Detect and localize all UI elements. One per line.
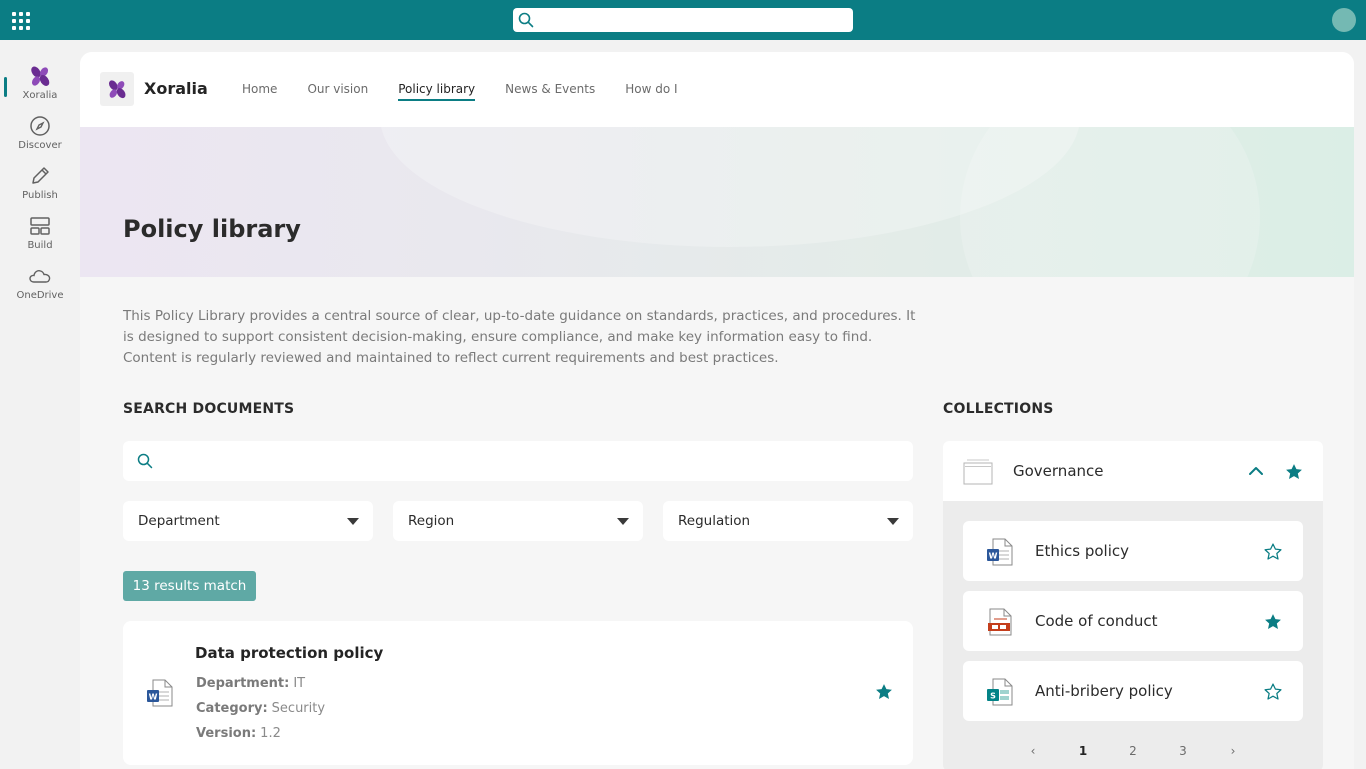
- page-hero-banner: Policy library: [80, 127, 1354, 277]
- user-avatar[interactable]: [1332, 8, 1356, 32]
- svg-text:W: W: [149, 693, 158, 702]
- collections-section-title: COLLECTIONS: [943, 401, 1054, 417]
- appbar-item-xoralia[interactable]: Xoralia: [0, 52, 80, 102]
- word-doc-icon: W: [987, 538, 1013, 566]
- global-search-box[interactable]: [513, 8, 853, 32]
- pager-page-1[interactable]: 1: [1073, 744, 1093, 758]
- site-logo[interactable]: [100, 72, 134, 106]
- collections-panel: Governance W Ethics policy Code of condu…: [943, 441, 1323, 769]
- page-title: Policy library: [123, 215, 301, 243]
- search-section-title: SEARCH DOCUMENTS: [123, 401, 295, 417]
- filter-region-dropdown[interactable]: Region: [393, 501, 643, 541]
- meta-value: 1.2: [260, 726, 281, 741]
- pager-next-button[interactable]: ›: [1223, 744, 1243, 758]
- site-name[interactable]: Xoralia: [144, 79, 208, 98]
- star-filled-icon[interactable]: [874, 682, 894, 702]
- star-filled-icon[interactable]: [1284, 462, 1304, 482]
- appbar-label: Discover: [18, 140, 62, 151]
- xoralia-logo-icon: [108, 80, 126, 99]
- appbar-label: Xoralia: [22, 90, 58, 101]
- collection-pager: ‹ 1 2 3 ›: [1023, 741, 1243, 761]
- star-outline-icon[interactable]: [1263, 682, 1283, 702]
- site-header: Xoralia Home Our vision Policy library N…: [80, 52, 1354, 127]
- layout-icon: [30, 217, 50, 235]
- nav-link-how-do-i[interactable]: How do I: [625, 82, 677, 101]
- chevron-up-icon[interactable]: [1248, 464, 1264, 478]
- meta-key: Category:: [196, 701, 268, 716]
- collection-item-ethics-policy[interactable]: W Ethics policy: [963, 521, 1303, 581]
- caret-down-icon: [347, 518, 359, 525]
- cloud-icon: [29, 270, 51, 283]
- dropdown-label: Region: [408, 513, 455, 529]
- nav-link-home[interactable]: Home: [242, 82, 277, 101]
- result-title[interactable]: Data protection policy: [195, 644, 383, 662]
- result-meta-category: Category: Security: [196, 701, 325, 716]
- collection-group-name: Governance: [1013, 462, 1104, 480]
- appbar-label: Publish: [22, 190, 58, 201]
- collection-item-label: Ethics policy: [1035, 542, 1130, 560]
- dropdown-label: Department: [138, 513, 220, 529]
- appbar-item-onedrive[interactable]: OneDrive: [0, 252, 80, 302]
- appbar-item-publish[interactable]: Publish: [0, 152, 80, 202]
- svg-text:W: W: [989, 552, 998, 561]
- meta-key: Version:: [196, 726, 257, 741]
- appbar-item-build[interactable]: Build: [0, 202, 80, 252]
- collection-item-label: Anti-bribery policy: [1035, 682, 1173, 700]
- caret-down-icon: [887, 518, 899, 525]
- appbar-item-discover[interactable]: Discover: [0, 102, 80, 152]
- svg-text:S: S: [990, 692, 996, 701]
- hero-decoration: [960, 127, 1260, 277]
- collection-folder-icon: [963, 459, 993, 485]
- appbar-label: OneDrive: [16, 290, 64, 301]
- nav-link-news-events[interactable]: News & Events: [505, 82, 595, 101]
- compass-icon: [30, 116, 50, 136]
- pager-page-3[interactable]: 3: [1173, 744, 1193, 758]
- nav-link-policy-library[interactable]: Policy library: [398, 82, 475, 101]
- document-search-input[interactable]: [163, 449, 893, 473]
- appbar-label: Build: [27, 240, 53, 251]
- word-doc-icon: W: [147, 679, 173, 707]
- result-meta-department: Department: IT: [196, 676, 305, 691]
- site-nav: Home Our vision Policy library News & Ev…: [242, 82, 708, 101]
- filter-department-dropdown[interactable]: Department: [123, 501, 373, 541]
- collection-item-anti-bribery-policy[interactable]: S Anti-bribery policy: [963, 661, 1303, 721]
- result-card[interactable]: W Data protection policy Department: IT C…: [123, 621, 913, 765]
- star-outline-icon[interactable]: [1263, 542, 1283, 562]
- nav-link-our-vision[interactable]: Our vision: [307, 82, 368, 101]
- results-count-badge: 13 results match: [123, 571, 256, 601]
- sharepoint-page-icon: S: [987, 678, 1013, 706]
- star-filled-icon[interactable]: [1263, 612, 1283, 632]
- active-indicator: [4, 77, 7, 97]
- filter-regulation-dropdown[interactable]: Regulation: [663, 501, 913, 541]
- meta-value: Security: [271, 701, 326, 716]
- search-icon: [137, 453, 153, 469]
- collection-item-code-of-conduct[interactable]: Code of conduct: [963, 591, 1303, 651]
- app-bar: Xoralia Discover Publish Build OneDrive: [0, 40, 80, 769]
- caret-down-icon: [617, 518, 629, 525]
- xoralia-logo-icon: [31, 66, 50, 86]
- dropdown-label: Regulation: [678, 513, 751, 529]
- pager-page-2[interactable]: 2: [1123, 744, 1143, 758]
- search-icon: [518, 12, 534, 28]
- suite-bar: [0, 0, 1366, 40]
- pager-prev-button[interactable]: ‹: [1023, 744, 1043, 758]
- meta-value: IT: [293, 676, 306, 691]
- collection-group-header[interactable]: Governance: [943, 441, 1323, 501]
- result-meta-version: Version: 1.2: [196, 726, 281, 741]
- collection-item-label: Code of conduct: [1035, 612, 1158, 630]
- intro-text: This Policy Library provides a central s…: [123, 308, 916, 366]
- app-launcher-icon[interactable]: [12, 12, 30, 30]
- pdf-doc-icon: [988, 608, 1012, 636]
- site-page: Xoralia Home Our vision Policy library N…: [80, 52, 1354, 769]
- meta-key: Department:: [196, 676, 290, 691]
- document-search-box: [123, 441, 913, 481]
- pen-icon: [32, 167, 49, 184]
